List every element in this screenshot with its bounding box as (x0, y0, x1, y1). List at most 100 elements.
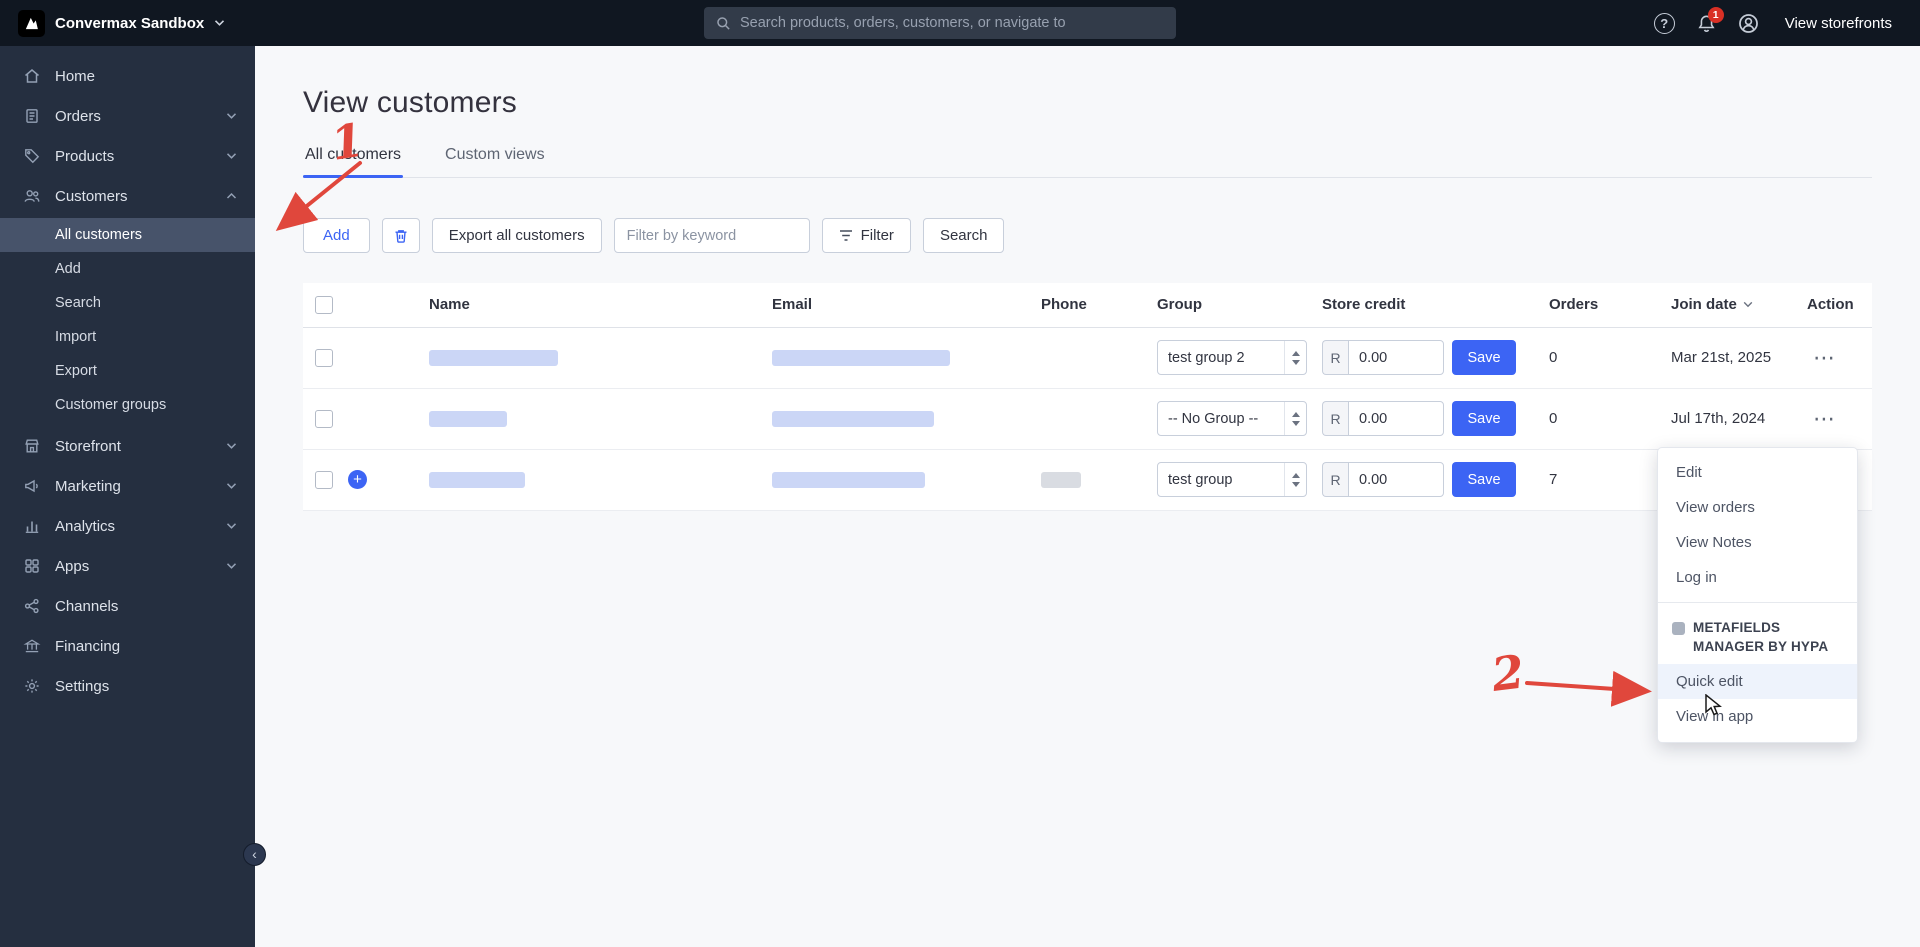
row-checkbox[interactable] (315, 409, 333, 428)
global-search (704, 7, 1176, 39)
column-header-group: Group (1145, 283, 1310, 328)
account-icon (1738, 13, 1759, 34)
chevron-down-icon (226, 522, 237, 530)
sidebar-item-storefront[interactable]: Storefront (0, 426, 255, 466)
stepper-icon (1284, 463, 1306, 496)
menu-item-view-in-app[interactable]: View in app (1658, 699, 1857, 734)
sidebar-item-marketing[interactable]: Marketing (0, 466, 255, 506)
column-header-join-date[interactable]: Join date (1659, 283, 1795, 328)
account-button[interactable] (1738, 13, 1759, 34)
sidebar-item-customers[interactable]: Customers (0, 176, 255, 216)
stepper-icon (1284, 402, 1306, 435)
sidebar-item-apps[interactable]: Apps (0, 546, 255, 586)
store-credit-input[interactable] (1348, 401, 1444, 436)
view-storefronts-link[interactable]: View storefronts (1785, 15, 1892, 32)
search-button[interactable]: Search (922, 218, 1005, 253)
trash-icon (393, 228, 409, 244)
sidebar-item-search-customers[interactable]: Search (0, 286, 255, 320)
sidebar-item-label: Analytics (55, 517, 116, 535)
add-customer-button[interactable]: Add (303, 218, 370, 253)
chevron-down-icon (226, 442, 237, 450)
orders-icon (22, 107, 41, 126)
store-credit-input[interactable] (1348, 462, 1444, 497)
delete-button[interactable] (381, 218, 420, 253)
tab-custom-views[interactable]: Custom views (443, 146, 547, 177)
group-select[interactable]: test group (1157, 462, 1307, 497)
topbar-actions: ? 1 View storefronts (1653, 0, 1920, 46)
sidebar-item-export-customers[interactable]: Export (0, 354, 255, 388)
sidebar-item-orders[interactable]: Orders (0, 96, 255, 136)
toolbar: Add Export all customers Filter Search (303, 218, 1872, 253)
save-button[interactable]: Save (1452, 462, 1516, 497)
store-switcher[interactable]: Convermax Sandbox (0, 0, 243, 46)
sidebar-item-analytics[interactable]: Analytics (0, 506, 255, 546)
column-header-action: Action (1795, 283, 1872, 328)
redacted-customer-name (429, 471, 525, 488)
sidebar-item-settings[interactable]: Settings (0, 666, 255, 706)
sidebar-item-label: Marketing (55, 477, 121, 495)
expand-row-icon[interactable]: + (348, 470, 367, 489)
redacted-customer-name (429, 349, 558, 366)
save-button[interactable]: Save (1452, 401, 1516, 436)
chevron-down-icon (226, 482, 237, 490)
notifications-button[interactable]: 1 (1697, 6, 1724, 33)
currency-prefix: R (1322, 401, 1348, 436)
tab-all-customers[interactable]: All customers (303, 146, 404, 178)
notification-badge: 1 (1707, 6, 1724, 23)
customers-submenu: All customers Add Search Import Export C… (0, 216, 255, 426)
sidebar-item-label: Apps (55, 557, 90, 575)
row-checkbox[interactable] (315, 348, 333, 367)
sidebar-item-all-customers[interactable]: All customers (0, 218, 255, 252)
select-all-checkbox[interactable] (315, 295, 333, 314)
row-actions-button[interactable]: ⋯ (1807, 406, 1841, 432)
menu-item-view-notes[interactable]: View Notes (1658, 525, 1857, 560)
filter-button[interactable]: Filter (821, 218, 911, 253)
column-header-store-credit: Store credit (1310, 283, 1537, 328)
sidebar-item-label: All customers (55, 227, 143, 243)
export-all-customers-button[interactable]: Export all customers (431, 218, 602, 253)
sidebar-item-products[interactable]: Products (0, 136, 255, 176)
stepper-icon (1284, 341, 1306, 374)
customers-table: Name Email Phone Group Store credit Orde… (303, 283, 1872, 511)
customers-icon (22, 187, 41, 206)
group-select[interactable]: -- No Group -- (1157, 401, 1307, 436)
sidebar-item-label: Storefront (55, 437, 121, 455)
sidebar-item-customer-groups[interactable]: Customer groups (0, 388, 255, 422)
column-header-name: Name (417, 283, 760, 328)
column-header-phone: Phone (1029, 283, 1145, 328)
table-header-row: Name Email Phone Group Store credit Orde… (303, 283, 1872, 328)
save-button[interactable]: Save (1452, 340, 1516, 375)
menu-item-edit[interactable]: Edit (1658, 455, 1857, 490)
sidebar-collapse-button[interactable]: ‹ (243, 843, 266, 866)
help-button[interactable]: ? (1653, 12, 1675, 34)
customer-row: -- No Group -- R Save 0 Jul 17th, 2024 ⋯ (303, 388, 1872, 450)
menu-item-quick-edit[interactable]: Quick edit (1658, 663, 1857, 699)
row-checkbox[interactable] (315, 470, 333, 489)
group-select[interactable]: test group 2 (1157, 340, 1307, 375)
gear-icon (22, 677, 41, 696)
sidebar-item-add-customer[interactable]: Add (0, 252, 255, 286)
menu-item-view-orders[interactable]: View orders (1658, 490, 1857, 525)
store-credit-input[interactable] (1348, 340, 1444, 375)
sidebar-item-label: Customers (55, 187, 128, 205)
chevron-left-icon: ‹ (252, 845, 257, 862)
sidebar-item-financing[interactable]: Financing (0, 626, 255, 666)
row-actions-button[interactable]: ⋯ (1807, 345, 1841, 371)
sidebar-item-label: Home (55, 67, 96, 85)
store-name: Convermax Sandbox (55, 14, 205, 32)
sidebar-item-import-customers[interactable]: Import (0, 320, 255, 354)
storefront-icon (22, 437, 41, 456)
column-header-orders: Orders (1537, 283, 1659, 328)
filter-keyword-input[interactable] (613, 218, 810, 253)
row-actions-menu: Edit View orders View Notes Log in METAF… (1657, 447, 1858, 743)
orders-count: 7 (1537, 449, 1659, 511)
global-search-input[interactable] (740, 15, 1164, 31)
sidebar-item-channels[interactable]: Channels (0, 586, 255, 626)
chevron-down-icon (226, 562, 237, 570)
sidebar-item-home[interactable]: Home (0, 56, 255, 96)
currency-prefix: R (1322, 340, 1348, 375)
chevron-down-icon (226, 152, 237, 160)
menu-item-log-in[interactable]: Log in (1658, 560, 1857, 595)
sort-chevron-icon (1743, 301, 1753, 308)
home-icon (22, 67, 41, 86)
